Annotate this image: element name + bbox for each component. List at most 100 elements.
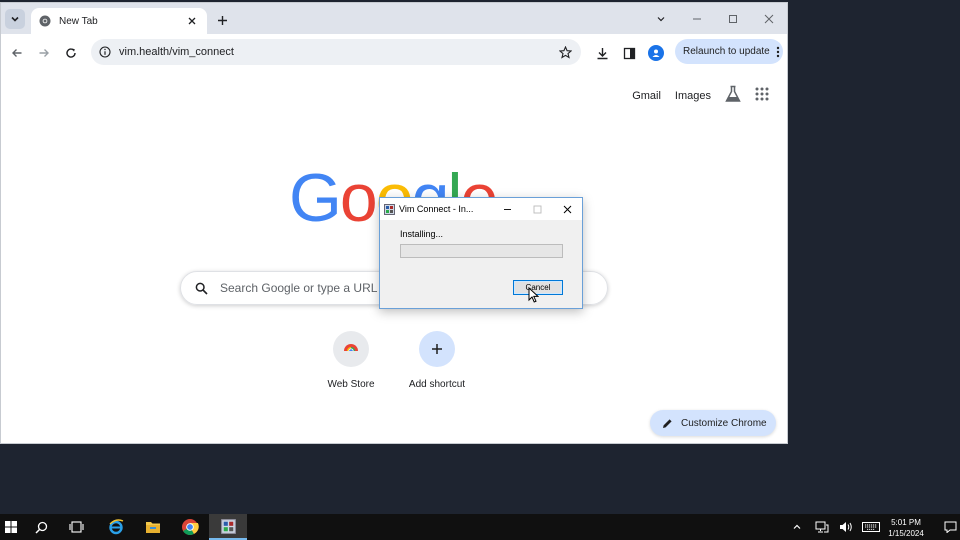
reload-icon xyxy=(66,48,76,58)
clock-time: 5:01 PM xyxy=(891,518,921,527)
arrow-right-icon xyxy=(39,49,49,57)
folder-icon xyxy=(146,522,160,533)
logo-letter: G xyxy=(289,167,342,229)
arrow-left-icon xyxy=(12,49,22,57)
customize-chrome-button[interactable]: Customize Chrome xyxy=(650,410,776,436)
chrome-favicon-icon xyxy=(39,15,51,27)
tab-new-tab[interactable]: New Tab xyxy=(31,8,207,34)
taskbar-vim-connect-installer[interactable] xyxy=(209,514,247,540)
network-button[interactable] xyxy=(812,514,832,540)
dialog-window-controls xyxy=(492,198,582,220)
customize-label: Customize Chrome xyxy=(681,417,767,429)
star-icon xyxy=(558,45,572,59)
address-bar[interactable]: vim.health/vim_connect xyxy=(91,39,581,65)
close-icon xyxy=(563,205,571,213)
images-link[interactable]: Images xyxy=(675,90,711,102)
reload-button[interactable] xyxy=(61,43,81,63)
back-button[interactable] xyxy=(7,43,27,63)
side-panel-icon xyxy=(623,47,635,59)
dialog-titlebar[interactable]: Vim Connect - In... xyxy=(380,198,582,220)
taskbar-file-explorer[interactable] xyxy=(134,514,172,540)
dialog-title: Vim Connect - In... xyxy=(399,204,474,214)
tab-search-button[interactable] xyxy=(5,9,25,29)
top-links: Gmail Images xyxy=(632,85,769,106)
network-icon xyxy=(815,521,829,533)
dialog-minimize-button[interactable] xyxy=(492,198,522,220)
installer-dialog: Vim Connect - In... Installing... Cancel xyxy=(379,197,583,309)
download-icon xyxy=(597,47,607,59)
forward-button[interactable] xyxy=(34,43,54,63)
close-icon xyxy=(188,17,196,25)
clock-date: 1/15/2024 xyxy=(888,529,924,538)
person-icon xyxy=(652,49,660,57)
shortcut-label: Add shortcut xyxy=(408,379,466,390)
windows-logo-icon xyxy=(5,521,17,533)
search-placeholder: Search Google or type a URL xyxy=(220,281,378,295)
notification-icon xyxy=(944,521,956,533)
search-icon xyxy=(34,521,47,534)
window-controls xyxy=(643,3,787,34)
minimize-icon xyxy=(693,18,701,19)
taskbar: 5:01 PM 1/15/2024 xyxy=(0,514,960,540)
maximize-icon xyxy=(729,14,737,23)
downloads-button[interactable] xyxy=(592,43,612,63)
action-center-button[interactable] xyxy=(940,514,960,540)
shortcut-icon-circle xyxy=(419,331,455,367)
taskbar-search-button[interactable] xyxy=(22,514,60,540)
apps-button[interactable] xyxy=(755,87,769,104)
dialog-close-button[interactable] xyxy=(552,198,582,220)
chrome-web-store-icon xyxy=(344,344,358,355)
bookmark-button[interactable] xyxy=(555,42,575,62)
install-status-text: Installing... xyxy=(400,229,444,239)
minimize-button[interactable] xyxy=(679,3,715,34)
info-icon xyxy=(99,46,111,58)
speaker-icon xyxy=(840,522,852,532)
shortcut-label: Web Store xyxy=(327,379,375,390)
tab-title: New Tab xyxy=(59,15,98,27)
task-view-button[interactable] xyxy=(57,514,95,540)
side-panel-button[interactable] xyxy=(619,43,639,63)
new-tab-button[interactable] xyxy=(213,11,231,29)
pencil-icon xyxy=(663,418,672,428)
plus-icon xyxy=(217,15,227,25)
search-icon xyxy=(195,282,208,295)
maximize-button[interactable] xyxy=(715,3,751,34)
chevron-up-icon xyxy=(793,524,801,529)
close-icon xyxy=(764,14,774,23)
profile-button[interactable] xyxy=(646,43,666,63)
volume-button[interactable] xyxy=(836,514,856,540)
chrome-icon xyxy=(182,519,199,535)
installer-app-icon xyxy=(384,203,395,215)
avatar xyxy=(648,45,664,61)
logo-letter: o xyxy=(339,167,378,229)
chrome-tab-list-button[interactable] xyxy=(643,3,679,34)
minimize-icon xyxy=(503,208,511,210)
tab-close-button[interactable] xyxy=(185,14,199,28)
dialog-maximize-button[interactable] xyxy=(522,198,552,220)
labs-button[interactable] xyxy=(725,85,741,106)
close-window-button[interactable] xyxy=(751,3,787,34)
shortcut-web-store[interactable]: Web Store xyxy=(311,331,391,390)
browser-toolbar: vim.health/vim_connect Relaunch to updat… xyxy=(1,34,787,71)
mouse-cursor-icon xyxy=(528,287,539,303)
taskbar-chrome[interactable] xyxy=(171,514,209,540)
show-hidden-icons-button[interactable] xyxy=(788,514,806,540)
chevron-down-icon xyxy=(657,16,665,21)
address-url: vim.health/vim_connect xyxy=(119,46,234,58)
shortcut-add[interactable]: Add shortcut xyxy=(397,331,477,390)
internet-explorer-icon xyxy=(109,519,124,535)
maximize-icon xyxy=(533,205,541,213)
shortcut-icon-circle xyxy=(333,331,369,367)
relaunch-label: Relaunch to update xyxy=(683,46,770,57)
relaunch-to-update-button[interactable]: Relaunch to update xyxy=(675,39,783,64)
taskbar-clock[interactable]: 5:01 PM 1/15/2024 xyxy=(878,517,934,539)
tab-strip: New Tab xyxy=(1,3,787,34)
gmail-link[interactable]: Gmail xyxy=(632,90,661,102)
plus-icon xyxy=(432,344,442,354)
chevron-down-icon xyxy=(11,16,19,22)
apps-grid-icon xyxy=(755,87,769,101)
start-button[interactable] xyxy=(0,514,22,540)
more-vert-icon xyxy=(776,46,779,57)
taskbar-internet-explorer[interactable] xyxy=(97,514,135,540)
installer-app-icon xyxy=(220,518,236,534)
